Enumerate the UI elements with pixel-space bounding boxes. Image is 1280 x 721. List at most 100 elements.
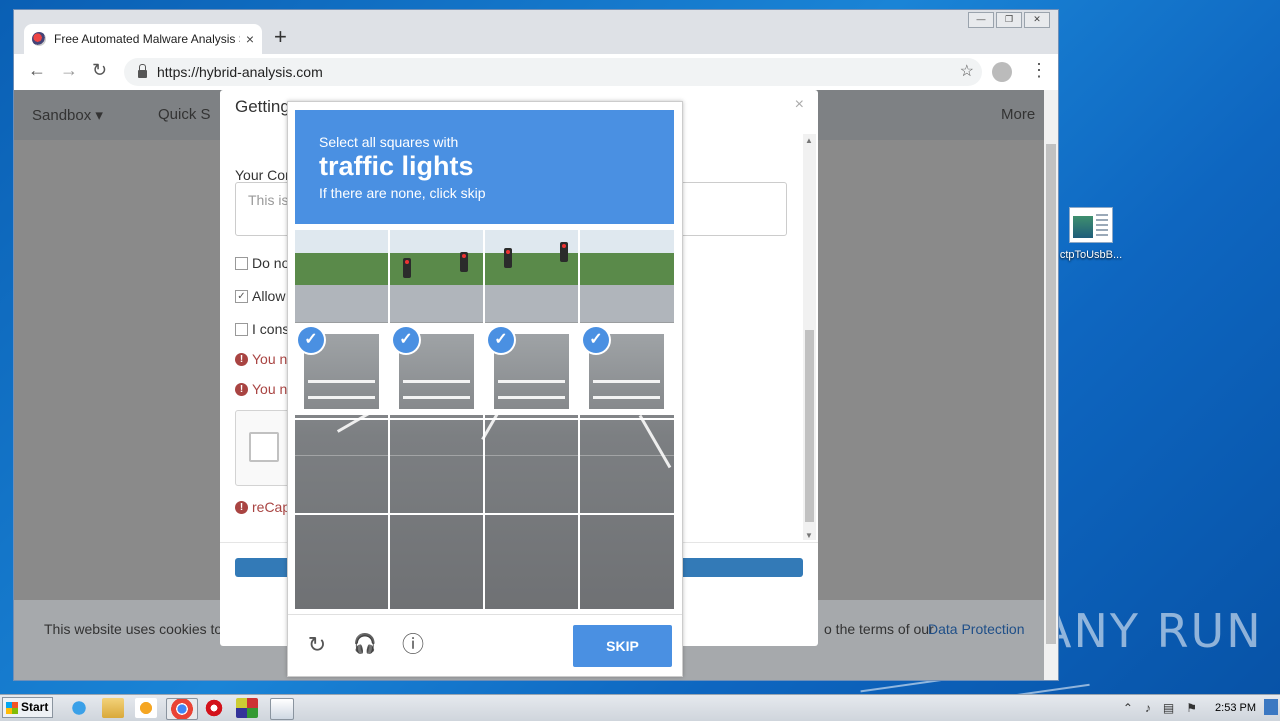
crosswalk-stripe: [403, 396, 470, 399]
start-button[interactable]: Start: [2, 697, 53, 718]
checkbox-box[interactable]: [235, 256, 248, 270]
selected-check-icon: ✓: [298, 327, 324, 353]
winrar-icon[interactable]: [236, 698, 258, 718]
close-window-button[interactable]: ✕: [1024, 12, 1050, 28]
address-bar[interactable]: https://hybrid-analysis.com ☆: [124, 58, 982, 86]
traffic-light-icon: [560, 242, 568, 262]
nav-sandbox[interactable]: Sandbox ▾: [32, 106, 103, 124]
checkbox-box-checked[interactable]: ✓: [235, 289, 248, 303]
error-message: ! You n: [235, 351, 287, 367]
watermark-text: ANY RUN: [1040, 604, 1263, 658]
recaptcha-error: ! reCap: [235, 499, 290, 515]
action-center-flag-icon[interactable]: ⚑: [1186, 701, 1197, 715]
file-thumbnail-icon: [1069, 207, 1113, 243]
chrome-icon[interactable]: [166, 698, 198, 720]
modal-title: Getting: [235, 97, 290, 116]
checkbox-label: Allow: [252, 288, 286, 304]
skip-button[interactable]: SKIP: [573, 625, 672, 667]
network-icon[interactable]: ▤: [1163, 701, 1174, 715]
crosswalk-stripe: [498, 396, 565, 399]
media-player-icon[interactable]: [135, 698, 157, 718]
nav-quick-scan[interactable]: Quick S: [158, 106, 211, 123]
error-text: reCap: [252, 499, 291, 515]
reload-icon[interactable]: ↻: [305, 633, 329, 657]
grid-line: [295, 513, 674, 515]
captcha-header: Select all squares with traffic lights I…: [295, 110, 674, 224]
tray-expand-icon[interactable]: ⌃: [1123, 701, 1133, 715]
windows-logo-icon: [6, 701, 18, 714]
opera-icon[interactable]: [203, 698, 225, 718]
captcha-target: traffic lights: [319, 151, 474, 181]
volume-icon[interactable]: ♪: [1145, 701, 1151, 715]
new-tab-button[interactable]: +: [274, 24, 287, 50]
window-caption-buttons: — ❐ ✕: [968, 12, 1050, 28]
page-scrollbar[interactable]: [1044, 90, 1058, 680]
show-desktop-button[interactable]: [1264, 699, 1278, 715]
profile-avatar-icon[interactable]: [992, 62, 1012, 82]
traffic-light-icon: [504, 248, 512, 268]
crosswalk-stripe: [308, 380, 375, 383]
captcha-challenge: Select all squares with traffic lights I…: [287, 101, 683, 677]
comment-placeholder: This is: [248, 192, 289, 208]
minimize-button[interactable]: —: [968, 12, 994, 28]
cookie-text-left: This website uses cookies to: [44, 621, 223, 637]
grid-line: [295, 323, 674, 325]
nav-more[interactable]: More: [1001, 106, 1035, 123]
explorer-folder-icon[interactable]: [102, 698, 124, 718]
start-label: Start: [21, 700, 49, 714]
traffic-light-icon: [460, 252, 468, 272]
error-icon: !: [235, 382, 248, 396]
selected-check-icon: ✓: [583, 327, 609, 353]
anyrun-watermark: ANY RUN: [1040, 604, 1263, 658]
back-icon[interactable]: ←: [28, 60, 46, 81]
selected-check-icon: ✓: [488, 327, 514, 353]
modal-close-icon[interactable]: ×: [795, 96, 804, 114]
checkbox-box[interactable]: [235, 322, 248, 336]
error-text: You n: [252, 351, 288, 367]
app-window-icon[interactable]: [270, 698, 294, 720]
browser-toolbar: ← → ↻ https://hybrid-analysis.com ☆ ⋮: [14, 54, 1058, 90]
error-message: ! You n: [235, 381, 287, 397]
traffic-light-icon: [403, 258, 411, 278]
checkbox-do-not[interactable]: Do no: [235, 255, 289, 271]
cookie-text-right: o the terms of our: [824, 621, 934, 637]
ie-icon[interactable]: [68, 698, 90, 718]
page-scroll-thumb[interactable]: [1046, 144, 1056, 644]
tab-title: Free Automated Malware Analysis S: [54, 32, 240, 46]
comment-label: Your Con: [235, 167, 293, 183]
checkbox-allow[interactable]: ✓ Allow: [235, 288, 285, 304]
recaptcha-checkbox[interactable]: [249, 432, 279, 462]
scroll-down-icon[interactable]: ▼: [805, 531, 813, 540]
headphones-icon[interactable]: 🎧: [353, 633, 377, 657]
crosswalk-stripe: [498, 380, 565, 383]
crosswalk-stripe: [593, 380, 660, 383]
reload-icon[interactable]: ↻: [92, 60, 107, 81]
bookmark-star-icon[interactable]: ☆: [960, 61, 974, 81]
captcha-hint: If there are none, click skip: [319, 185, 486, 201]
captcha-image-grid: ✓ ✓ ✓ ✓: [295, 230, 674, 609]
url-text: https://hybrid-analysis.com: [157, 64, 323, 80]
info-icon[interactable]: ⓘ: [401, 633, 425, 657]
checkbox-label: Do no: [252, 255, 290, 271]
error-text: You n: [252, 381, 288, 397]
crosswalk-stripe: [308, 396, 375, 399]
error-icon: !: [235, 500, 248, 514]
crosswalk-stripe: [593, 396, 660, 399]
browser-tab[interactable]: Free Automated Malware Analysis S ×: [24, 24, 262, 54]
favicon-icon: [32, 32, 46, 46]
browser-menu-icon[interactable]: ⋮: [1030, 60, 1048, 81]
checkbox-consent[interactable]: I cons: [235, 321, 289, 337]
lock-icon: [138, 64, 147, 78]
data-protection-link[interactable]: Data Protection: [928, 621, 1025, 637]
desktop-file-icon[interactable]: ctpToUsbB...: [1058, 207, 1124, 261]
forward-icon[interactable]: →: [60, 60, 78, 81]
modal-scrollbar[interactable]: ▲ ▼: [803, 134, 816, 540]
restore-button[interactable]: ❐: [996, 12, 1022, 28]
clock[interactable]: 2:53 PM: [1215, 702, 1256, 714]
crosswalk-stripe: [403, 380, 470, 383]
scroll-up-icon[interactable]: ▲: [805, 136, 813, 145]
desktop-icon-label: ctpToUsbB...: [1059, 249, 1123, 261]
tab-close-icon[interactable]: ×: [246, 31, 254, 47]
scroll-thumb[interactable]: [805, 330, 814, 522]
grid-line: [295, 418, 674, 420]
